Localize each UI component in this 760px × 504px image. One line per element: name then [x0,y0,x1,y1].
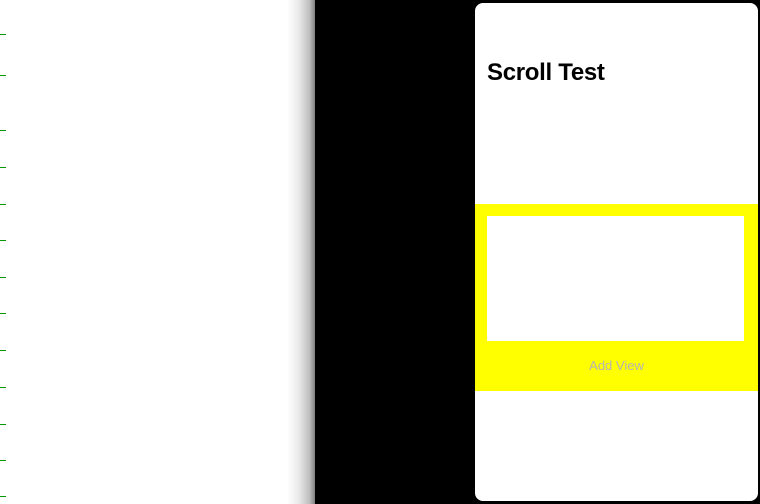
main-card: Scroll Test Add View [475,3,758,501]
left-marker [0,277,6,278]
left-marker [0,313,6,314]
left-marker [0,34,6,35]
left-marker [0,204,6,205]
left-markers [0,0,8,504]
add-view-button[interactable]: Add View [475,358,758,373]
inner-content-area[interactable] [487,216,744,341]
left-marker [0,460,6,461]
left-marker [0,130,6,131]
left-marker [0,240,6,241]
left-marker [0,75,6,76]
left-marker [0,387,6,388]
page-title: Scroll Test [487,59,605,87]
left-panel [0,0,315,504]
left-marker [0,350,6,351]
yellow-section: Add View [475,204,758,391]
left-marker [0,424,6,425]
left-marker [0,167,6,168]
left-marker [0,496,6,497]
panel-shadow [287,0,315,504]
